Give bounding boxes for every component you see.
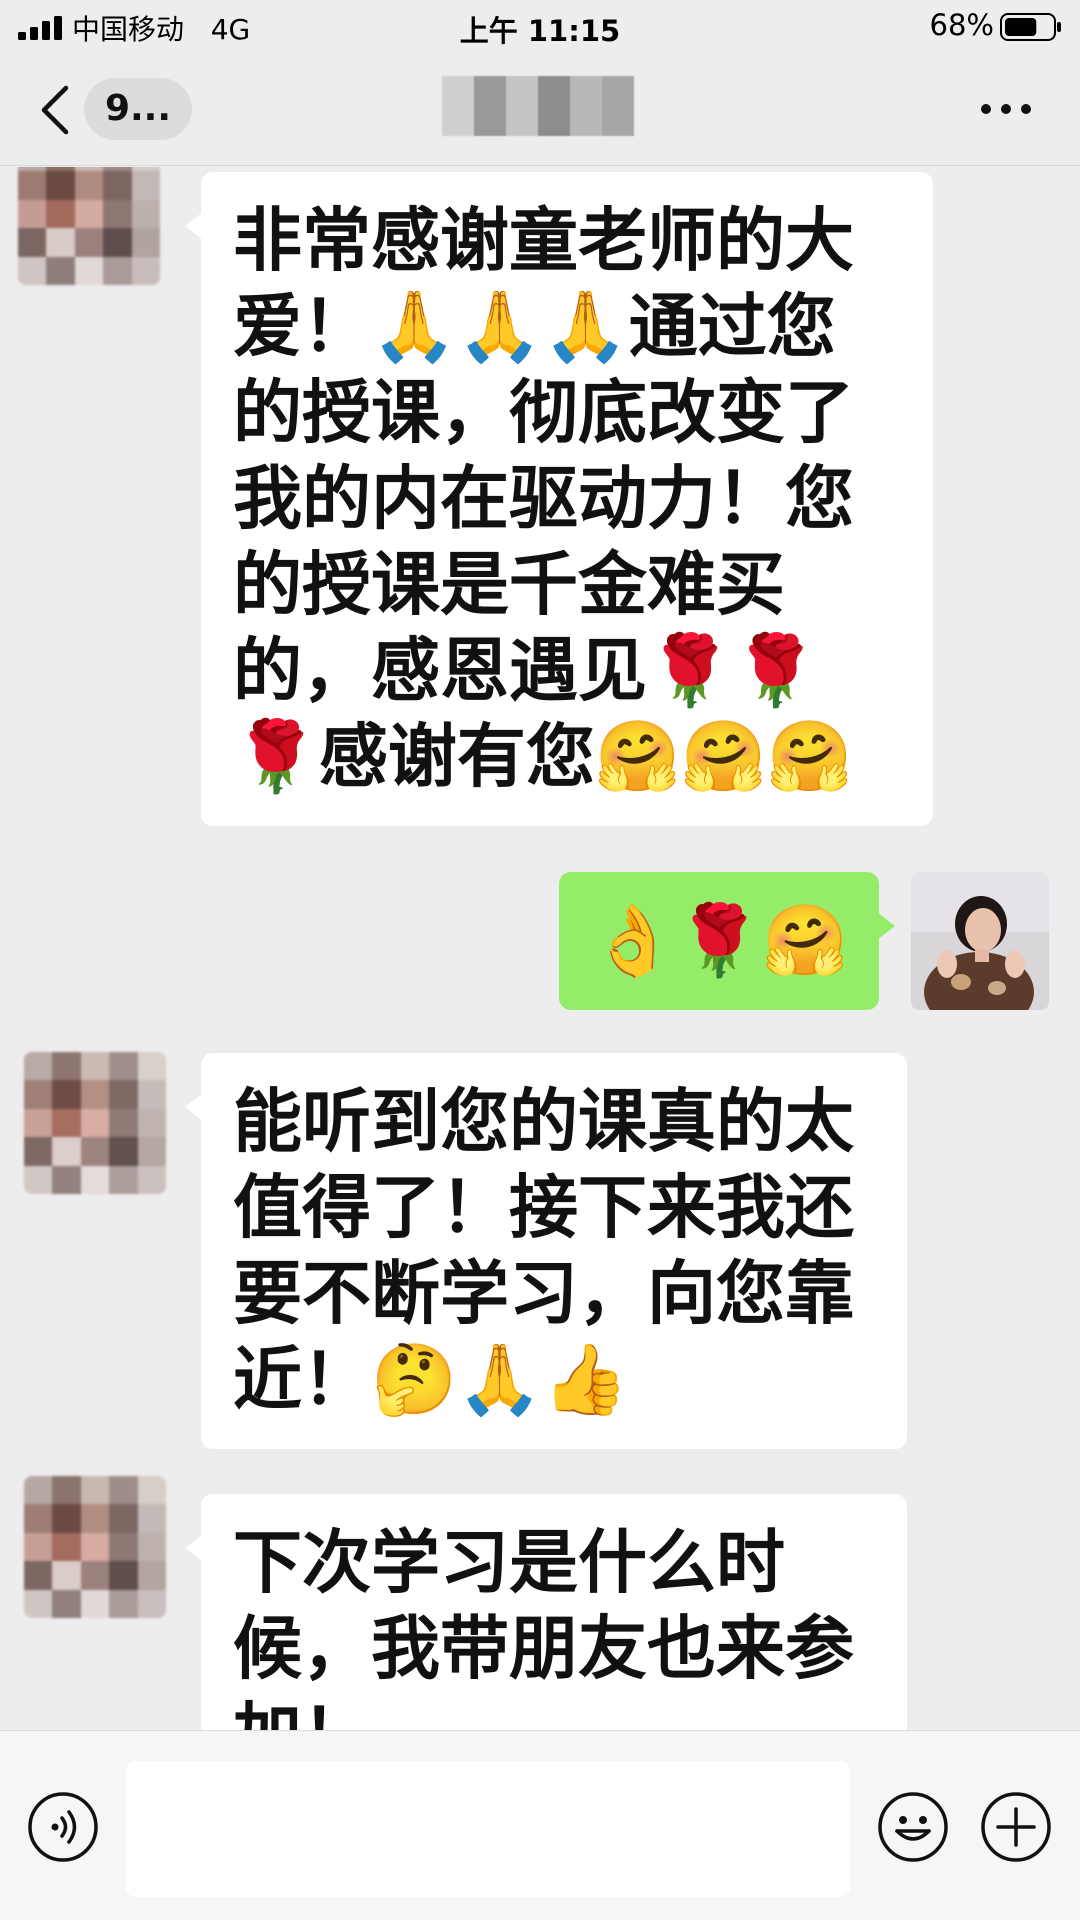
self-avatar[interactable]: [911, 872, 1049, 1010]
message-bubble[interactable]: 非常感谢童老师的大爱！🙏🙏🙏通过您的授课，彻底改变了我的内在驱动力！您的授课是千…: [185, 172, 933, 826]
message-list[interactable]: 非常感谢童老师的大爱！🙏🙏🙏通过您的授课，彻底改变了我的内在驱动力！您的授课是千…: [0, 167, 1080, 1730]
battery-percentage: 68%: [929, 8, 994, 42]
sender-avatar[interactable]: [24, 1476, 166, 1618]
chevron-left-icon[interactable]: [38, 84, 72, 136]
message-input[interactable]: [126, 1761, 850, 1897]
message-text: 能听到您的课真的太值得了！接下来我还要不断学习，向您靠近！🤔🙏👍: [233, 1082, 854, 1420]
status-time: 上午 11:15: [459, 14, 621, 48]
message-bubble[interactable]: 能听到您的课真的太值得了！接下来我还要不断学习，向您靠近！🤔🙏👍: [185, 1053, 907, 1449]
sender-avatar[interactable]: [24, 1052, 166, 1194]
emoji-smile-icon[interactable]: [877, 1791, 949, 1863]
chat-screen: 中国移动 4G 上午 11:15 68% 9... 非常感谢童老师的大爱！🙏🙏🙏…: [0, 0, 1080, 1920]
more-dots-icon[interactable]: [980, 94, 1032, 124]
unread-count-badge[interactable]: 9...: [84, 78, 192, 140]
message-bubble[interactable]: 下次学习是什么时候，我带朋友也来参加！: [185, 1494, 907, 1730]
nav-bar: 9...: [0, 54, 1080, 166]
message-text: 非常感谢童老师的大爱！🙏🙏🙏通过您的授课，彻底改变了我的内在驱动力！您的授课是千…: [233, 201, 854, 797]
voice-icon[interactable]: [27, 1791, 99, 1863]
status-bar: 中国移动 4G 上午 11:15 68%: [0, 0, 1080, 54]
input-bar: [0, 1730, 1080, 1920]
battery-icon: [1000, 13, 1061, 41]
message-text: 下次学习是什么时候，我带朋友也来参加！: [233, 1523, 854, 1730]
sender-avatar[interactable]: [18, 167, 160, 285]
message-text: 👌🌹🤗: [590, 901, 848, 981]
message-bubble-self[interactable]: 👌🌹🤗: [559, 872, 895, 1010]
plus-icon[interactable]: [980, 1791, 1052, 1863]
chat-title-pixelated[interactable]: [442, 76, 634, 136]
